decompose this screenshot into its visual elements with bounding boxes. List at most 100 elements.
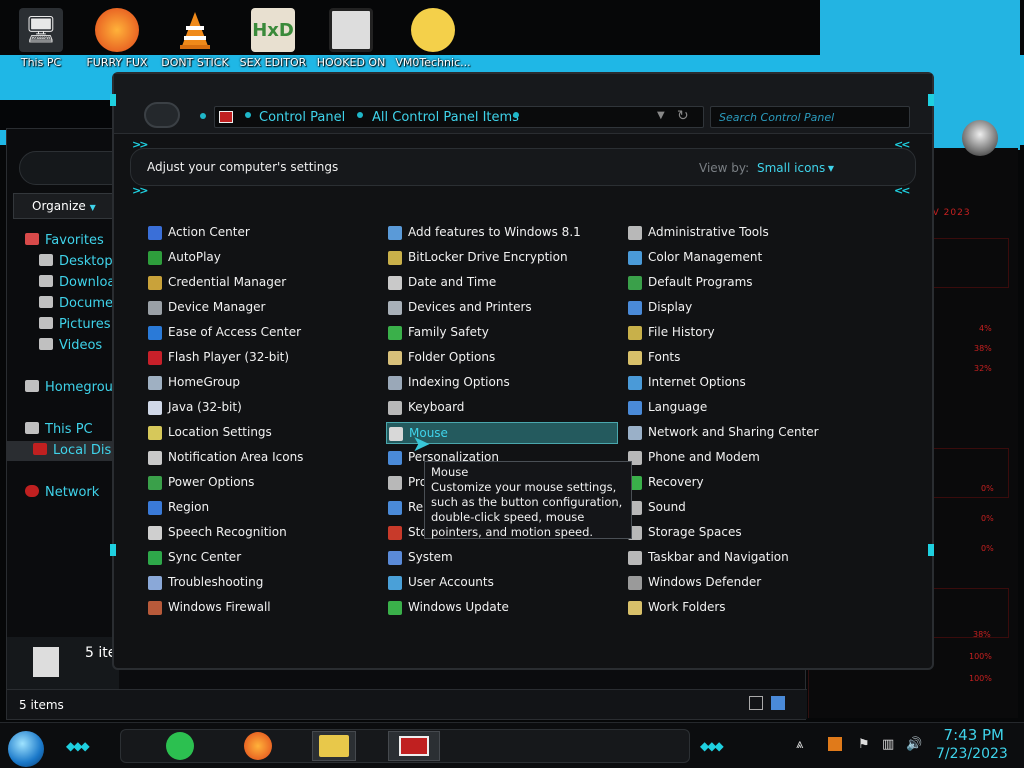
cp-item-windows-defender[interactable]: Windows Defender (626, 572, 858, 594)
cp-item-bitlocker-drive-encryption[interactable]: BitLocker Drive Encryption (386, 247, 618, 269)
taskbar-clock[interactable]: 7:43 PM 7/23/2023 (936, 726, 1008, 764)
app-shortcut-icon (329, 8, 373, 52)
cp-item-power-options[interactable]: Power Options (146, 472, 378, 494)
breadcrumb-control-panel[interactable]: Control Panel (259, 110, 345, 125)
nav-item-desktop[interactable]: Desktop (39, 254, 113, 269)
cp-item-flash-player-32-bit[interactable]: Flash Player (32-bit) (146, 347, 378, 369)
cp-item-add-features-to-windows-8-1[interactable]: Add features to Windows 8.1 (386, 222, 618, 244)
cp-item-autoplay[interactable]: AutoPlay (146, 247, 378, 269)
large-icons-view-icon[interactable] (771, 696, 785, 710)
nav-item-local-disk[interactable]: Local Dis (7, 441, 119, 461)
breadcrumb-all-items[interactable]: All Control Panel Items (372, 110, 519, 125)
printer-icon (388, 301, 402, 315)
refresh-icon[interactable]: ↻ (677, 108, 689, 124)
organize-button[interactable]: Organize ▼ (13, 193, 123, 219)
clock-icon (388, 276, 402, 290)
cp-item-internet-options[interactable]: Internet Options (626, 372, 858, 394)
control-panel-window[interactable]: Control Panel All Control Panel Items ▼ … (110, 72, 934, 670)
microphone-icon (148, 526, 162, 540)
nav-label: Local Dis (53, 443, 112, 458)
cp-item-default-programs[interactable]: Default Programs (626, 272, 858, 294)
cp-item-color-management[interactable]: Color Management (626, 247, 858, 269)
nav-item-downloads[interactable]: Downloac (39, 275, 123, 290)
mouse-cursor-icon: ➤ (412, 432, 431, 457)
hxd-editor-icon: HxD (251, 8, 295, 52)
taskbar-file-explorer[interactable] (312, 731, 356, 761)
cp-item-system[interactable]: System (386, 547, 618, 569)
desktop-icon-hooked-on[interactable]: HOOKED ON (310, 6, 392, 72)
cp-item-language[interactable]: Language (626, 397, 858, 419)
cp-item-location-settings[interactable]: Location Settings (146, 422, 378, 444)
cp-item-indexing-options[interactable]: Indexing Options (386, 372, 618, 394)
taskbar-notes-app[interactable] (158, 731, 202, 761)
details-view-icon[interactable] (749, 696, 763, 710)
cp-item-taskbar-and-navigation[interactable]: Taskbar and Navigation (626, 547, 858, 569)
nav-item-pictures[interactable]: Pictures (39, 317, 110, 332)
cp-item-date-and-time[interactable]: Date and Time (386, 272, 618, 294)
cp-item-keyboard[interactable]: Keyboard (386, 397, 618, 419)
cp-item-speech-recognition[interactable]: Speech Recognition (146, 522, 378, 544)
cp-item-label: Ease of Access Center (168, 325, 302, 339)
hud-percent: 0% (981, 484, 994, 493)
cp-item-label: Indexing Options (408, 375, 510, 389)
desktop-icon-vm0technic[interactable]: VM0Technic... (392, 6, 474, 72)
nav-item-network[interactable]: Network (25, 485, 99, 500)
cp-item-storage-spaces[interactable]: Storage Spaces (626, 522, 858, 544)
cp-item-action-center[interactable]: Action Center (146, 222, 378, 244)
action-center-flag-icon[interactable]: ⚑ (858, 737, 870, 752)
cp-item-network-and-sharing-center[interactable]: Network and Sharing Center (626, 422, 858, 444)
cp-item-user-accounts[interactable]: User Accounts (386, 572, 618, 594)
nav-item-homegroup[interactable]: Homegroup (25, 380, 121, 395)
taskbar-firefox[interactable] (236, 731, 280, 761)
cp-item-recovery[interactable]: Recovery (626, 472, 858, 494)
flash-icon (148, 351, 162, 365)
network-status-icon[interactable]: ▥ (882, 737, 894, 752)
cp-item-label: Keyboard (408, 400, 465, 414)
cp-item-work-folders[interactable]: Work Folders (626, 597, 858, 619)
taskbar-control-panel[interactable] (388, 731, 440, 761)
cp-item-device-manager[interactable]: Device Manager (146, 297, 378, 319)
cp-item-credential-manager[interactable]: Credential Manager (146, 272, 378, 294)
chevron-down-icon[interactable]: ▼ (657, 110, 665, 121)
start-button[interactable] (8, 731, 44, 767)
cp-item-sync-center[interactable]: Sync Center (146, 547, 378, 569)
nav-item-favorites[interactable]: Favorites (25, 233, 104, 248)
view-by-dropdown[interactable]: Small icons (757, 161, 834, 175)
desktop-icon-furry-fux[interactable]: FURRY FUX (76, 6, 158, 72)
cp-item-troubleshooting[interactable]: Troubleshooting (146, 572, 378, 594)
desktop-icon-this-pc[interactable]: 🖥 This PC (0, 6, 82, 72)
cp-item-ease-of-access-center[interactable]: Ease of Access Center (146, 322, 378, 344)
troubleshoot-icon (148, 576, 162, 590)
tray-app-icon[interactable] (828, 737, 842, 751)
cp-item-windows-update[interactable]: Windows Update (386, 597, 618, 619)
show-hidden-icons[interactable]: ⩓ (796, 737, 803, 752)
cp-item-region[interactable]: Region (146, 497, 378, 519)
cp-item-family-safety[interactable]: Family Safety (386, 322, 618, 344)
download-icon (39, 275, 53, 287)
nav-item-documents[interactable]: Documen (39, 296, 121, 311)
desktop-icon-dont-stick[interactable]: DONT STICK (154, 6, 236, 72)
volume-icon[interactable]: 🔊 (906, 737, 922, 752)
cp-item-notification-area-icons[interactable]: Notification Area Icons (146, 447, 378, 469)
address-bar[interactable]: Control Panel All Control Panel Items ▼ … (214, 106, 704, 128)
cp-item-sound[interactable]: Sound (626, 497, 858, 519)
fonts-icon (628, 351, 642, 365)
cp-item-fonts[interactable]: Fonts (626, 347, 858, 369)
cp-item-display[interactable]: Display (626, 297, 858, 319)
search-input[interactable] (710, 106, 910, 128)
cp-item-phone-and-modem[interactable]: Phone and Modem (626, 447, 858, 469)
desktop-icon-sex-editor[interactable]: HxD SEX EDITOR (232, 6, 314, 72)
cp-item-windows-firewall[interactable]: Windows Firewall (146, 597, 378, 619)
cp-item-java-32-bit[interactable]: Java (32-bit) (146, 397, 378, 419)
cp-item-homegroup[interactable]: HomeGroup (146, 372, 378, 394)
back-forward-buttons[interactable] (144, 102, 180, 128)
cp-item-label: Power Options (168, 475, 255, 489)
nav-item-this-pc[interactable]: This PC (25, 422, 93, 437)
cp-item-folder-options[interactable]: Folder Options (386, 347, 618, 369)
cp-item-file-history[interactable]: File History (626, 322, 858, 344)
cp-item-label: Speech Recognition (168, 525, 287, 539)
cp-item-devices-and-printers[interactable]: Devices and Printers (386, 297, 618, 319)
cp-item-administrative-tools[interactable]: Administrative Tools (626, 222, 858, 244)
cp-item-label: User Accounts (408, 575, 494, 589)
nav-item-videos[interactable]: Videos (39, 338, 102, 353)
